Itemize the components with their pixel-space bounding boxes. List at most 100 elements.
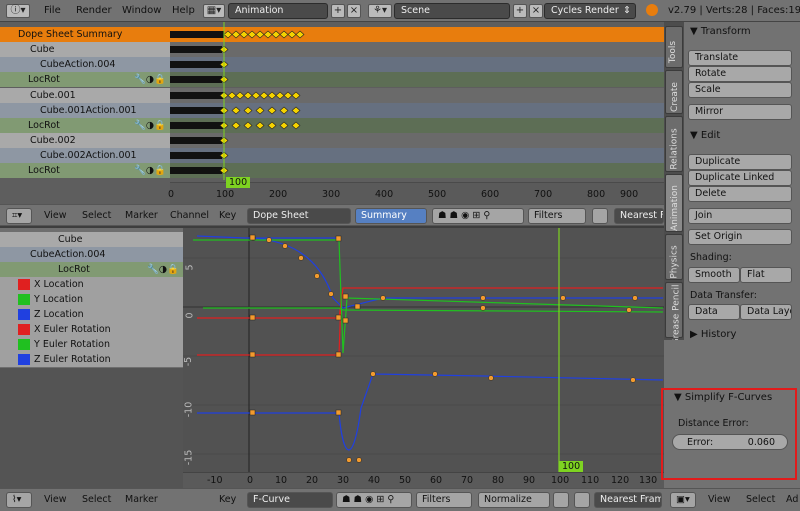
menu-select[interactable]: Select bbox=[746, 494, 775, 505]
graph-filters-button[interactable]: Filters bbox=[416, 492, 472, 508]
graph-snap-dropdown[interactable]: Nearest Frame bbox=[594, 492, 662, 508]
dope-channel-object[interactable]: Cube.002 bbox=[0, 133, 170, 148]
dope-view-toggles[interactable]: ☗ ☗ ◉ ⊞ ⚲ bbox=[432, 208, 524, 224]
dope-channel-action[interactable]: Cube.001Action.001 bbox=[0, 103, 170, 118]
menu-file[interactable]: File bbox=[44, 5, 61, 16]
eye-icon[interactable] bbox=[18, 354, 30, 365]
group-wrench-icon[interactable]: 🔧◑🔒 bbox=[134, 72, 166, 87]
data-button[interactable]: Data bbox=[688, 304, 740, 320]
translate-button[interactable]: Translate bbox=[688, 50, 792, 66]
rotate-button[interactable]: Rotate bbox=[688, 66, 792, 82]
tab-tools[interactable]: Tools bbox=[665, 26, 683, 68]
remove-layout-icon[interactable]: × bbox=[347, 4, 361, 18]
group-wrench-icon[interactable]: 🔧◑🔒 bbox=[147, 262, 179, 277]
graph-frame-ruler[interactable]: -10 0 10 20 30 40 50 60 70 80 90 100 110… bbox=[183, 461, 664, 488]
render-engine-dropdown[interactable]: Cycles Render ⇕ bbox=[544, 3, 636, 19]
auto-snap-icon[interactable] bbox=[574, 492, 590, 508]
tab-relations[interactable]: Relations bbox=[665, 116, 683, 172]
menu-add[interactable]: Ad bbox=[786, 494, 798, 505]
graph-mode-dropdown[interactable]: F-Curve bbox=[247, 492, 333, 508]
menu-window[interactable]: Window bbox=[122, 5, 161, 16]
dope-channel-object[interactable]: Cube.001 bbox=[0, 88, 170, 103]
remove-scene-icon[interactable]: × bbox=[529, 4, 543, 18]
eye-icon[interactable] bbox=[18, 324, 30, 335]
graph-view-toggles[interactable]: ☗ ☗ ◉ ⊞ ⚲ bbox=[336, 492, 412, 508]
tab-grease-pencil[interactable]: Grease Pencil bbox=[665, 282, 683, 345]
delete-button[interactable]: Delete bbox=[688, 186, 792, 202]
fcurve-x-location[interactable]: X Location bbox=[0, 277, 183, 292]
normalize-toggle[interactable]: Normalize bbox=[478, 492, 550, 508]
fcurve-x-rotation[interactable]: X Euler Rotation bbox=[0, 322, 183, 337]
graph-menu-marker[interactable]: Marker bbox=[125, 494, 158, 505]
dope-channel-action[interactable]: CubeAction.004 bbox=[0, 57, 170, 72]
editor-type-icon[interactable]: ▣▾ bbox=[670, 492, 696, 508]
error-number-field[interactable]: Error: 0.060 bbox=[672, 434, 788, 450]
dope-menu-channel[interactable]: Channel bbox=[170, 210, 209, 221]
menu-render[interactable]: Render bbox=[76, 5, 112, 16]
dope-menu-view[interactable]: View bbox=[44, 210, 67, 221]
summary-toggle[interactable]: Summary bbox=[355, 208, 427, 224]
dope-channel-object[interactable]: Cube bbox=[0, 42, 170, 57]
menu-view[interactable]: View bbox=[708, 494, 731, 505]
fcurve-y-rotation[interactable]: Y Euler Rotation bbox=[0, 337, 183, 352]
graph-menu-key[interactable]: Key bbox=[219, 494, 236, 505]
eye-icon[interactable] bbox=[18, 294, 30, 305]
tab-create[interactable]: Create bbox=[665, 70, 683, 114]
editor-type-icon[interactable]: ⌗▾ bbox=[6, 208, 32, 224]
screen-layout-icon[interactable]: ▦▾ bbox=[203, 4, 225, 18]
editor-type-icon[interactable]: ⌇▾ bbox=[6, 492, 32, 508]
dope-snap-dropdown[interactable]: Nearest Fr bbox=[614, 208, 664, 224]
dope-frame-ruler[interactable]: 0 100 200 300 400 500 600 700 800 900 10… bbox=[168, 177, 664, 204]
mirror-button[interactable]: Mirror bbox=[688, 104, 792, 120]
screen-layout-field[interactable]: Animation bbox=[228, 3, 328, 19]
history-panel-header[interactable]: ▶ History bbox=[690, 329, 736, 340]
graph-menu-view[interactable]: View bbox=[44, 494, 67, 505]
graph-channel-object[interactable]: Cube bbox=[0, 232, 183, 247]
tab-physics[interactable]: Physics bbox=[665, 234, 683, 280]
fcurve-plot[interactable] bbox=[183, 228, 664, 488]
graph-menu-select[interactable]: Select bbox=[82, 494, 111, 505]
dope-mode-dropdown[interactable]: Dope Sheet bbox=[247, 208, 351, 224]
eye-icon[interactable] bbox=[18, 309, 30, 320]
dope-menu-marker[interactable]: Marker bbox=[125, 210, 158, 221]
dope-channel-group[interactable]: LocRot 🔧◑🔒 bbox=[0, 163, 170, 178]
smooth-button[interactable]: Smooth bbox=[688, 267, 740, 283]
info-editor-icon[interactable]: ⓘ▾ bbox=[6, 4, 30, 18]
scene-field[interactable]: Scene bbox=[394, 3, 510, 19]
auto-snap-icon[interactable] bbox=[592, 208, 608, 224]
set-origin-dropdown[interactable]: Set Origin bbox=[688, 229, 792, 245]
add-scene-icon[interactable]: + bbox=[513, 4, 527, 18]
graph-channel-action[interactable]: CubeAction.004 bbox=[0, 247, 183, 262]
dope-menu-select[interactable]: Select bbox=[82, 210, 111, 221]
dope-menu-key[interactable]: Key bbox=[219, 210, 236, 221]
graph-channel-group[interactable]: LocRot 🔧◑🔒 bbox=[0, 262, 183, 277]
transform-panel-header[interactable]: ▼ Transform bbox=[690, 26, 751, 37]
tab-animation[interactable]: Animation bbox=[665, 174, 683, 232]
eye-icon[interactable] bbox=[18, 279, 30, 290]
fcurve-z-rotation[interactable]: Z Euler Rotation bbox=[0, 352, 183, 367]
duplicate-button[interactable]: Duplicate bbox=[688, 154, 792, 170]
current-frame-indicator[interactable]: 100 bbox=[559, 461, 584, 472]
scene-icon[interactable]: ⚘▾ bbox=[368, 4, 392, 18]
fcurve-z-location[interactable]: Z Location bbox=[0, 307, 183, 322]
fcurve-y-location[interactable]: Y Location bbox=[0, 292, 183, 307]
duplicate-linked-button[interactable]: Duplicate Linked bbox=[688, 170, 792, 186]
dope-channel-action[interactable]: Cube.002Action.001 bbox=[0, 148, 170, 163]
edit-panel-header[interactable]: ▼ Edit bbox=[690, 130, 720, 141]
group-wrench-icon[interactable]: 🔧◑🔒 bbox=[134, 163, 166, 178]
eye-icon[interactable] bbox=[18, 339, 30, 350]
add-layout-icon[interactable]: + bbox=[331, 4, 345, 18]
current-frame-indicator[interactable]: 100 bbox=[226, 177, 251, 188]
flat-button[interactable]: Flat bbox=[740, 267, 792, 283]
dope-channel-group[interactable]: LocRot 🔧◑🔒 bbox=[0, 118, 170, 133]
menu-help[interactable]: Help bbox=[172, 5, 195, 16]
data-layout-button[interactable]: Data Layo bbox=[740, 304, 792, 320]
dope-channel-group[interactable]: LocRot 🔧◑🔒 bbox=[0, 72, 170, 87]
simplify-panel-header[interactable]: ▼ Simplify F-Curves bbox=[674, 392, 772, 403]
scale-button[interactable]: Scale bbox=[688, 82, 792, 98]
group-wrench-icon[interactable]: 🔧◑🔒 bbox=[134, 118, 166, 133]
normalize-refresh-icon[interactable] bbox=[553, 492, 569, 508]
join-button[interactable]: Join bbox=[688, 208, 792, 224]
channel-label: Dope Sheet Summary bbox=[18, 29, 123, 40]
dope-filters-button[interactable]: Filters bbox=[528, 208, 586, 224]
